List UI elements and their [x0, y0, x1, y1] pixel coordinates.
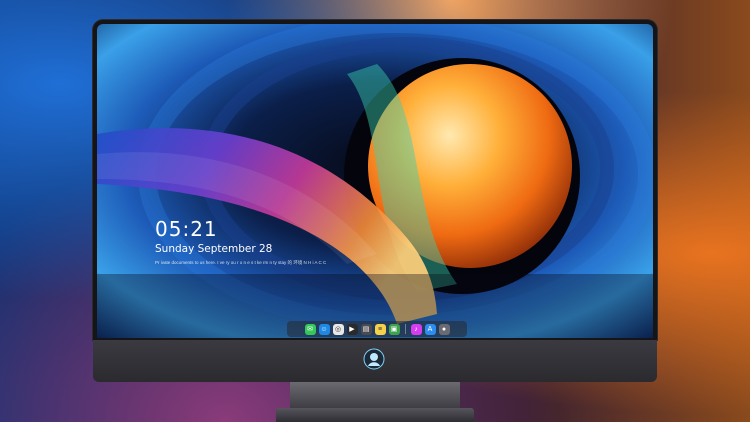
monitor-stand-base [276, 408, 474, 422]
safari-icon[interactable]: ◎ [332, 323, 344, 335]
final-cut-icon[interactable]: ▶ [346, 323, 358, 335]
notes-icon[interactable]: ≡ [374, 323, 386, 335]
dock: ✉ ☺ ◎ ▶ ▤ ≡ ▣ ♪ A ● [287, 321, 467, 337]
finder-icon[interactable]: ☺ [318, 323, 330, 335]
dock-separator [404, 324, 406, 334]
wallpaper [97, 24, 653, 338]
lock-screen: 05:21 Sunday September 28 Pr ivate docum… [97, 24, 653, 338]
lock-screen-tagline: Pr ivate documents to us here. I ve ry o… [155, 260, 327, 265]
lock-screen-clock: 05:21 [155, 217, 218, 241]
itunes-icon[interactable]: ♪ [410, 323, 422, 335]
monitor: 05:21 Sunday September 28 Pr ivate docum… [93, 20, 657, 382]
monitor-bezel: 05:21 Sunday September 28 Pr ivate docum… [93, 20, 657, 340]
brand-logo-icon [363, 348, 385, 370]
app-store-icon[interactable]: A [424, 323, 436, 335]
monitor-stand [290, 382, 460, 410]
desktop-background: 05:21 Sunday September 28 Pr ivate docum… [0, 0, 750, 422]
camera-icon[interactable]: ● [438, 323, 450, 335]
photos-icon[interactable]: ▣ [388, 323, 400, 335]
messages-icon[interactable]: ✉ [304, 323, 316, 335]
claquette-icon[interactable]: ▤ [360, 323, 372, 335]
lock-screen-date: Sunday September 28 [155, 243, 273, 255]
